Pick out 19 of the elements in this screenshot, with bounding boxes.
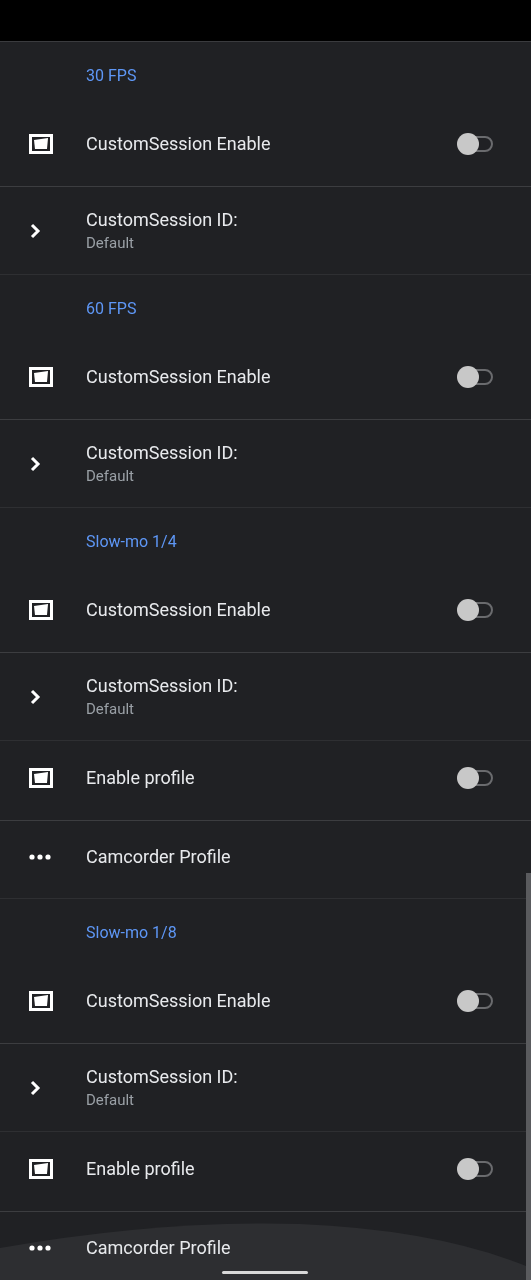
setting-title: CustomSession Enable xyxy=(86,366,272,387)
setting-title: CustomSession Enable xyxy=(86,990,272,1011)
setting-title: CustomSession Enable xyxy=(86,133,272,154)
setting-title: CustomSession Enable xyxy=(86,599,272,620)
setting-title[interactable]: CustomSession ID: xyxy=(86,1066,495,1087)
section-header: 30 FPS xyxy=(86,66,137,85)
setting-title[interactable]: Camcorder Profile xyxy=(86,846,495,867)
setting-title[interactable]: CustomSession ID: xyxy=(86,209,495,230)
setting-summary: Default xyxy=(86,234,135,252)
setting-title: Enable profile xyxy=(86,1158,196,1179)
setting-title[interactable]: CustomSession ID: xyxy=(86,675,495,696)
setting-title[interactable]: CustomSession ID: xyxy=(86,442,495,463)
setting-title: Enable profile xyxy=(86,767,196,788)
setting-summary: Default xyxy=(86,467,135,485)
setting-summary: Default xyxy=(86,700,135,718)
setting-summary: Default xyxy=(86,1091,135,1109)
section-header: Slow-mo 1/8 xyxy=(86,923,177,942)
section-header: Slow-mo 1/4 xyxy=(86,532,177,551)
section-header: 60 FPS xyxy=(86,299,137,318)
